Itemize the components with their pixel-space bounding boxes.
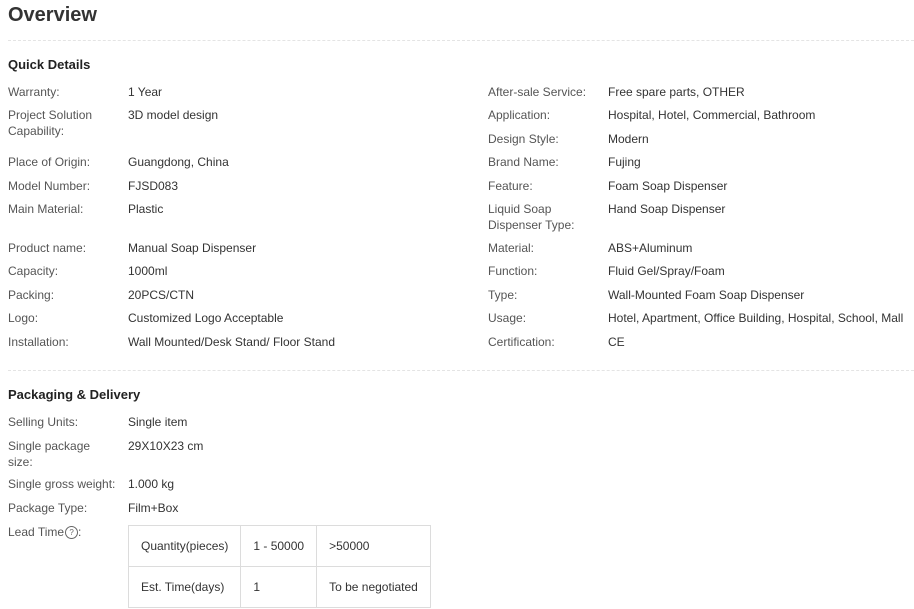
field-value: Guangdong, China xyxy=(128,155,229,169)
quick-details-heading: Quick Details xyxy=(8,57,91,72)
field-value: Wall-Mounted Foam Soap Dispenser xyxy=(608,288,805,302)
field-value: Fujing xyxy=(608,155,641,169)
field-value: 3D model design xyxy=(128,108,219,122)
field-label: Usage: xyxy=(488,311,527,325)
field-label: Function: xyxy=(488,264,538,278)
field-value: Free spare parts, OTHER xyxy=(608,85,745,99)
table-row: Est. Time(days) 1 To be negotiated xyxy=(127,566,431,608)
table-cell: >50000 xyxy=(316,525,431,567)
field-label: Brand Name: xyxy=(488,155,559,169)
field-label: Packing: xyxy=(8,288,55,302)
field-label: Place of Origin: xyxy=(8,155,91,169)
field-value: Hotel, Apartment, Office Building, Hospi… xyxy=(608,311,904,325)
table-cell: 1 xyxy=(240,566,318,608)
field-value: CE xyxy=(608,335,625,349)
table-cell: Est. Time(days) xyxy=(127,566,242,608)
field-value: Wall Mounted/Desk Stand/ Floor Stand xyxy=(128,335,335,349)
colon: : xyxy=(78,525,82,539)
field-label: Product name: xyxy=(8,241,87,255)
field-label: Model Number: xyxy=(8,179,91,193)
field-value: 1000ml xyxy=(128,264,168,278)
divider xyxy=(8,40,914,41)
field-label: Logo: xyxy=(8,311,39,325)
table-cell: 1 - 50000 xyxy=(240,525,318,567)
field-label: Warranty: xyxy=(8,85,60,99)
field-label: Application: xyxy=(488,108,551,122)
field-value: 29X10X23 cm xyxy=(128,439,204,453)
field-value: Manual Soap Dispenser xyxy=(128,241,257,255)
help-icon[interactable]: ? xyxy=(65,526,79,540)
field-label: Lead Time xyxy=(8,525,65,539)
divider xyxy=(8,370,914,371)
field-label: Feature: xyxy=(488,179,533,193)
field-value: Hand Soap Dispenser xyxy=(608,202,726,216)
field-label: Main Material: xyxy=(8,202,84,216)
field-value: 1.000 kg xyxy=(128,477,175,491)
field-value: Customized Logo Acceptable xyxy=(128,311,284,325)
page-title: Overview xyxy=(8,4,97,26)
field-label: After-sale Service: xyxy=(488,85,587,99)
field-label: Single package size: xyxy=(8,439,91,469)
field-value: 20PCS/CTN xyxy=(128,288,195,302)
field-value: Foam Soap Dispenser xyxy=(608,179,728,193)
field-value: Fluid Gel/Spray/Foam xyxy=(608,264,725,278)
field-label: Capacity: xyxy=(8,264,59,278)
field-value: ABS+Aluminum xyxy=(608,241,693,255)
field-value: Hospital, Hotel, Commercial, Bathroom xyxy=(608,108,816,122)
field-label: Design Style: xyxy=(488,132,559,146)
field-value: Modern xyxy=(608,132,649,146)
table-row: Quantity(pieces) 1 - 50000 >50000 xyxy=(127,525,431,567)
packaging-heading: Packaging & Delivery xyxy=(8,387,141,402)
field-label: Single gross weight: xyxy=(8,477,116,491)
table-cell: To be negotiated xyxy=(316,566,431,608)
field-label: Material: xyxy=(488,241,535,255)
field-value: 1 Year xyxy=(128,85,163,99)
field-label: Project Solution Capability: xyxy=(8,108,93,138)
field-label: Certification: xyxy=(488,335,555,349)
field-label: Installation: xyxy=(8,335,69,349)
field-value: Film+Box xyxy=(128,501,179,515)
table-cell: Quantity(pieces) xyxy=(127,525,242,567)
lead-time-table: Quantity(pieces) 1 - 50000 >50000 Est. T… xyxy=(127,525,431,608)
field-label: Package Type: xyxy=(8,501,88,515)
field-label: Type: xyxy=(488,288,518,302)
field-label: Liquid Soap Dispenser Type: xyxy=(488,202,575,232)
field-label: Selling Units: xyxy=(8,415,79,429)
field-value: Single item xyxy=(128,415,188,429)
field-value: FJSD083 xyxy=(128,179,179,193)
field-value: Plastic xyxy=(128,202,164,216)
lead-time-label: Lead Time?: xyxy=(8,524,120,540)
